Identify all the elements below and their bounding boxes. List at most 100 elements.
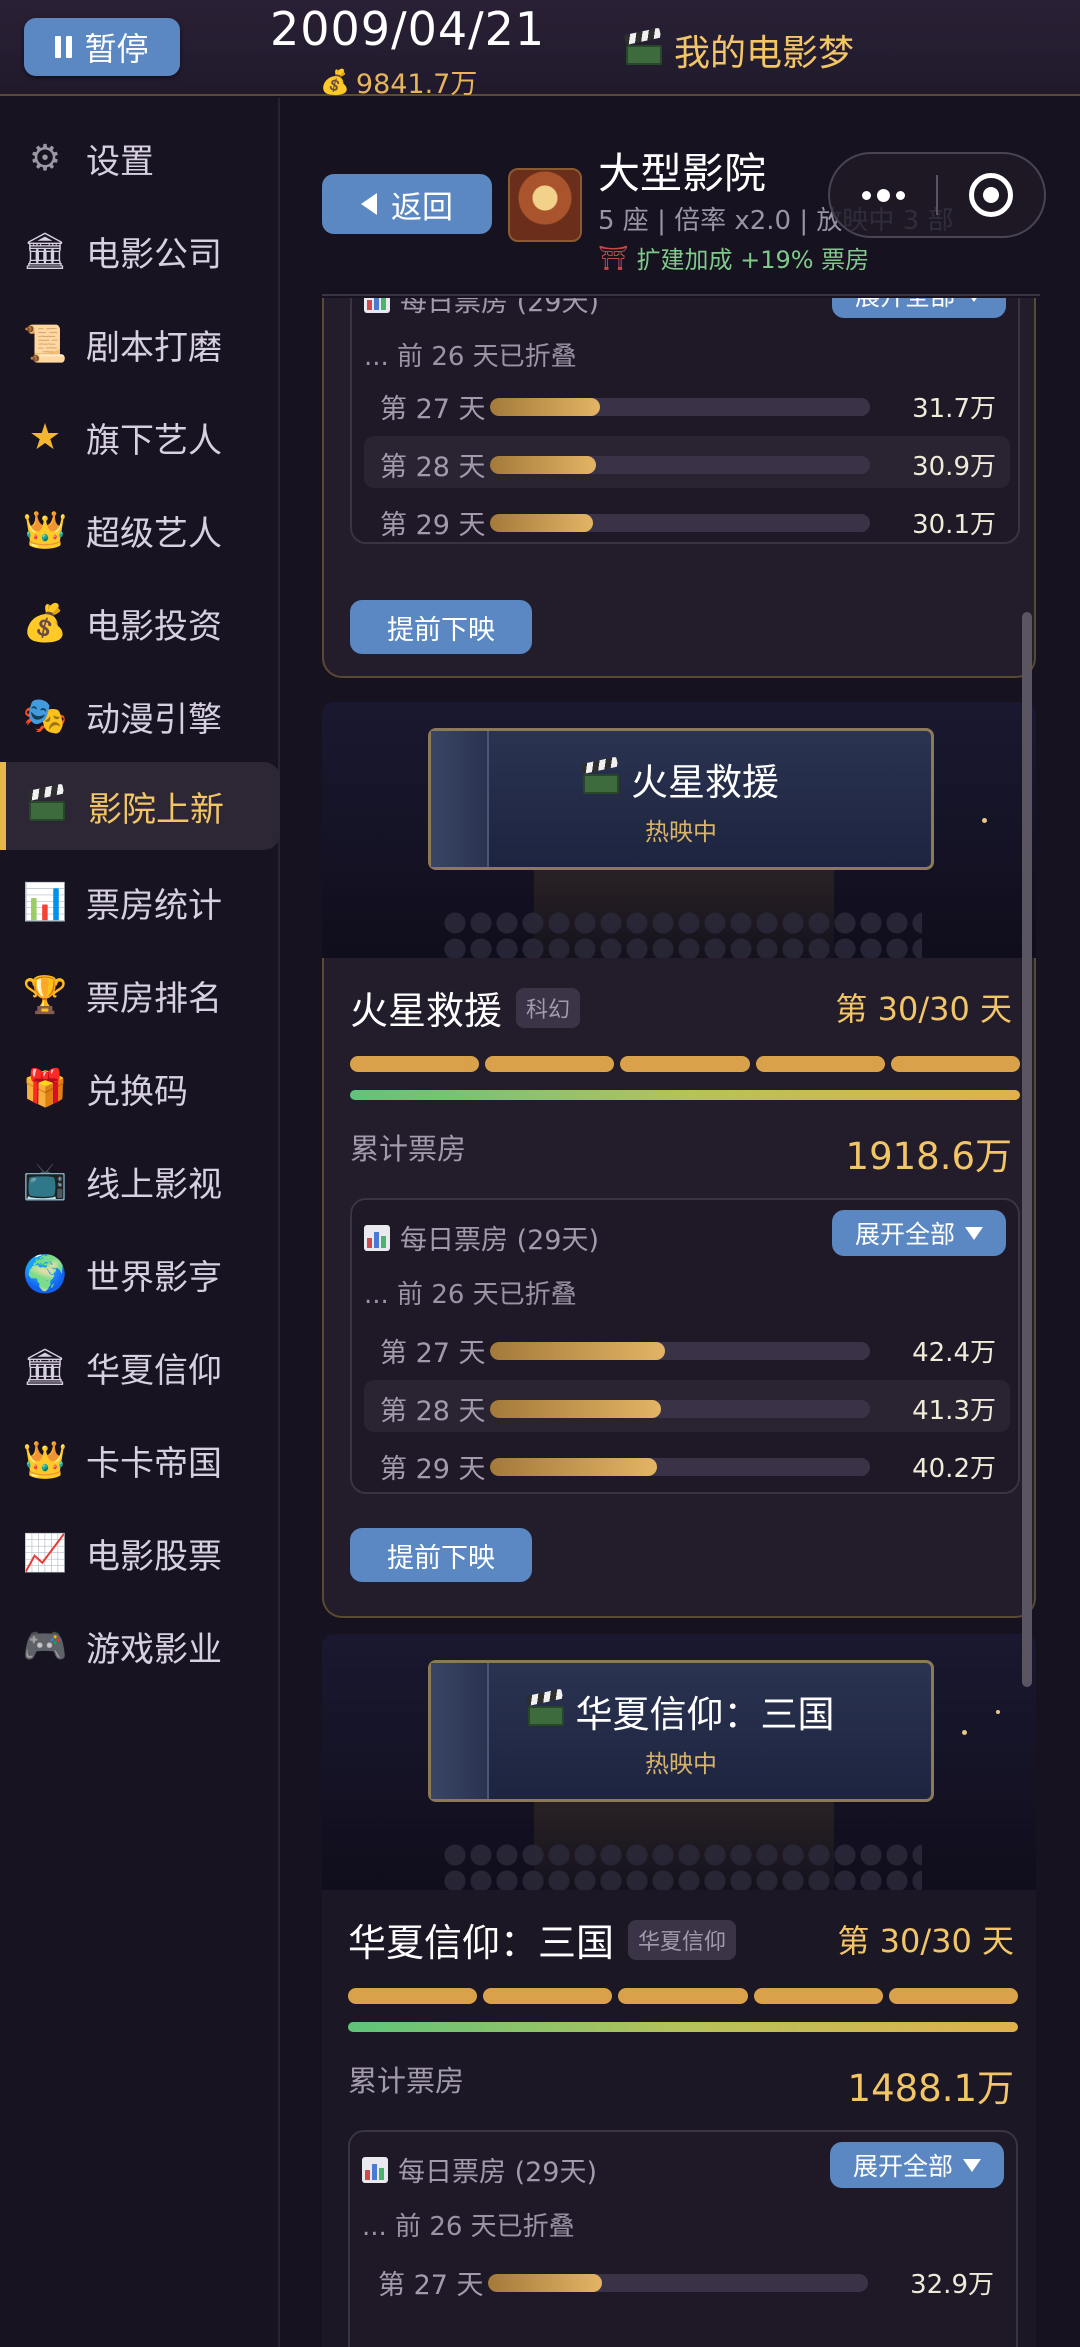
day-progress-track [490, 456, 870, 474]
expand-all-label: 展开全部 [855, 298, 955, 313]
gear-icon: ⚙ [28, 137, 62, 179]
day-progress-track [490, 398, 870, 416]
cinema-bonus: ⛩ 扩建加成 +19% 票房 [598, 240, 869, 275]
sidebar-item-anime[interactable]: 🎭 动漫引擎 [0, 672, 280, 760]
daily-box-office-header: 每日票房 (29天) [362, 2150, 597, 2189]
day-label: 第 29 天 [380, 1454, 486, 1485]
day-value: 30.1万 [912, 510, 996, 540]
chevron-down-icon [963, 2158, 981, 2172]
day-label: 第 27 天 [380, 1338, 486, 1369]
theater-masks-icon: 🎭 [22, 696, 68, 737]
scrollbar[interactable] [1022, 612, 1032, 1687]
sidebar-item-world[interactable]: 🌍 世界影亨 [0, 1230, 280, 1318]
bar-chart-icon [364, 1224, 390, 1251]
cinema-content[interactable]: 每日票房 (29天) 展开全部 ... 前 26 天已折叠 第 27 天 31.… [290, 298, 1050, 2347]
sidebar-item-label: 电影投资 [86, 606, 222, 647]
curtain [431, 1663, 489, 1799]
sidebar-item-label: 影院上新 [88, 789, 224, 830]
crown-icon: 👑 [22, 510, 68, 551]
day-progress-fill [490, 1458, 658, 1476]
back-arrow-icon [361, 193, 377, 215]
day-progress-fill [490, 514, 593, 532]
sidebar-item-artists[interactable]: ★ 旗下艺人 [0, 393, 280, 481]
screening-progress-bar [350, 1090, 1020, 1100]
day-value: 41.3万 [912, 1396, 996, 1426]
folded-days-note: ... 前 26 天已折叠 [364, 1280, 577, 1310]
day-row: 第 27 天 31.7万 [364, 378, 1010, 430]
app-title-text: 我的电影梦 [674, 33, 855, 74]
cumulative-value: 1488.1万 [847, 2067, 1014, 2110]
sidebar-item-box-office[interactable]: 📊 票房统计 [0, 858, 280, 946]
daily-box-office-header: 每日票房 (29天) [364, 1218, 599, 1257]
close-mini-program-button[interactable] [938, 173, 1044, 217]
expand-all-button[interactable]: 展开全部 [832, 298, 1006, 318]
bar-chart-icon: 📊 [22, 882, 68, 923]
sidebar-item-redeem[interactable]: 🎁 兑换码 [0, 1044, 280, 1132]
expand-all-label: 展开全部 [854, 1220, 955, 1249]
sidebar-item-super-artists[interactable]: 👑 超级艺人 [0, 486, 280, 574]
expand-all-button[interactable]: 展开全部 [830, 2142, 1004, 2188]
clapperboard-icon [525, 1688, 564, 1726]
end-screening-button[interactable]: 提前下映 [350, 600, 532, 654]
money-bag-icon: 💰 [320, 67, 350, 96]
clapperboard-icon [580, 756, 619, 794]
screening-progress-segments [350, 1056, 1021, 1072]
gift-icon: 🎁 [22, 1068, 68, 1109]
clapperboard-icon [24, 783, 70, 829]
expansion-icon: ⛩ [598, 243, 629, 272]
sidebar-item-games[interactable]: 🎮 游戏影业 [0, 1602, 280, 1690]
daily-box-office-panel: 每日票房 (29天) 展开全部 ... 前 26 天已折叠 第 27 天 32.… [348, 2130, 1018, 2347]
sidebar-item-stocks[interactable]: 📈 电影股票 [0, 1509, 280, 1597]
sidebar-item-online[interactable]: 📺 线上影视 [0, 1137, 280, 1225]
folded-days-note: ... 前 26 天已折叠 [362, 2212, 575, 2242]
movie-title-text: 火星救援 [350, 989, 503, 1033]
stock-chart-icon: 📈 [22, 1533, 68, 1574]
pause-button[interactable]: 暂停 [24, 18, 180, 76]
sidebar-item-ranking[interactable]: 🏆 票房排名 [0, 951, 280, 1039]
day-progress-track [490, 1458, 870, 1476]
sidebar-item-company[interactable]: 🏛 电影公司 [0, 207, 280, 295]
sidebar-item-investment[interactable]: 💰 电影投资 [0, 579, 280, 667]
sidebar-item-kaka[interactable]: 👑 卡卡帝国 [0, 1416, 280, 1504]
folded-days-note: ... 前 26 天已折叠 [364, 342, 577, 372]
movie-card: 火星救援 科幻 第 30/30 天 累计票房 1918.6万 每日票房 (29天… [322, 958, 1036, 1618]
day-progress-track [490, 514, 870, 532]
daily-box-office-title: 每日票房 (29天) [398, 2157, 598, 2188]
sidebar-item-settings[interactable]: ⚙ 设置 [0, 114, 280, 202]
day-progress-track [490, 1342, 870, 1360]
back-button[interactable]: 返回 [322, 174, 492, 234]
marquee-title-text: 火星救援 [631, 760, 779, 804]
sparkle [996, 1710, 1000, 1714]
app-title: 我的电影梦 [623, 24, 855, 76]
chevron-down-icon [965, 298, 983, 302]
sidebar-item-cinema[interactable]: 影院上新 [0, 762, 280, 850]
money-value: 9841.7万 [355, 69, 478, 100]
target-icon [968, 173, 1013, 217]
sidebar-item-faith[interactable]: 🏛 华夏信仰 [0, 1323, 280, 1411]
sidebar-item-label: 设置 [86, 141, 154, 182]
screening-progress-segments [348, 1988, 1019, 2004]
tv-icon: 📺 [22, 1161, 68, 1202]
bar-chart-icon [362, 2156, 388, 2183]
end-screening-button[interactable]: 提前下映 [350, 1528, 532, 1582]
screening-day-count: 第 30/30 天 [837, 1922, 1014, 1960]
day-row: 第 27 天 32.9万 [362, 2254, 1008, 2306]
chevron-down-icon [965, 1226, 983, 1240]
cinema-bonus-text: 扩建加成 +19% 票房 [636, 246, 870, 274]
sidebar: ⚙ 设置 🏛 电影公司 📜 剧本打磨 ★ 旗下艺人 👑 超级艺人 💰 电影投资 … [0, 98, 280, 2347]
day-label: 第 27 天 [378, 2270, 484, 2301]
sparkle [962, 1730, 967, 1735]
more-menu-icon[interactable] [830, 188, 936, 202]
day-progress-fill [490, 398, 601, 416]
sparkle [982, 818, 987, 823]
sidebar-item-label: 游戏影业 [86, 1629, 222, 1670]
genre-tag: 华夏信仰 [628, 1919, 737, 1960]
sidebar-item-script[interactable]: 📜 剧本打磨 [0, 300, 280, 388]
movie-title-text: 华夏信仰：三国 [348, 1921, 615, 1965]
sidebar-item-label: 剧本打磨 [86, 327, 222, 368]
cumulative-label: 累计票房 [350, 1132, 467, 1166]
globe-icon: 🌍 [22, 1254, 68, 1295]
day-value: 31.7万 [912, 394, 996, 424]
expand-all-button[interactable]: 展开全部 [832, 1210, 1006, 1256]
movie-title: 火星救援 科幻 [350, 980, 581, 1035]
